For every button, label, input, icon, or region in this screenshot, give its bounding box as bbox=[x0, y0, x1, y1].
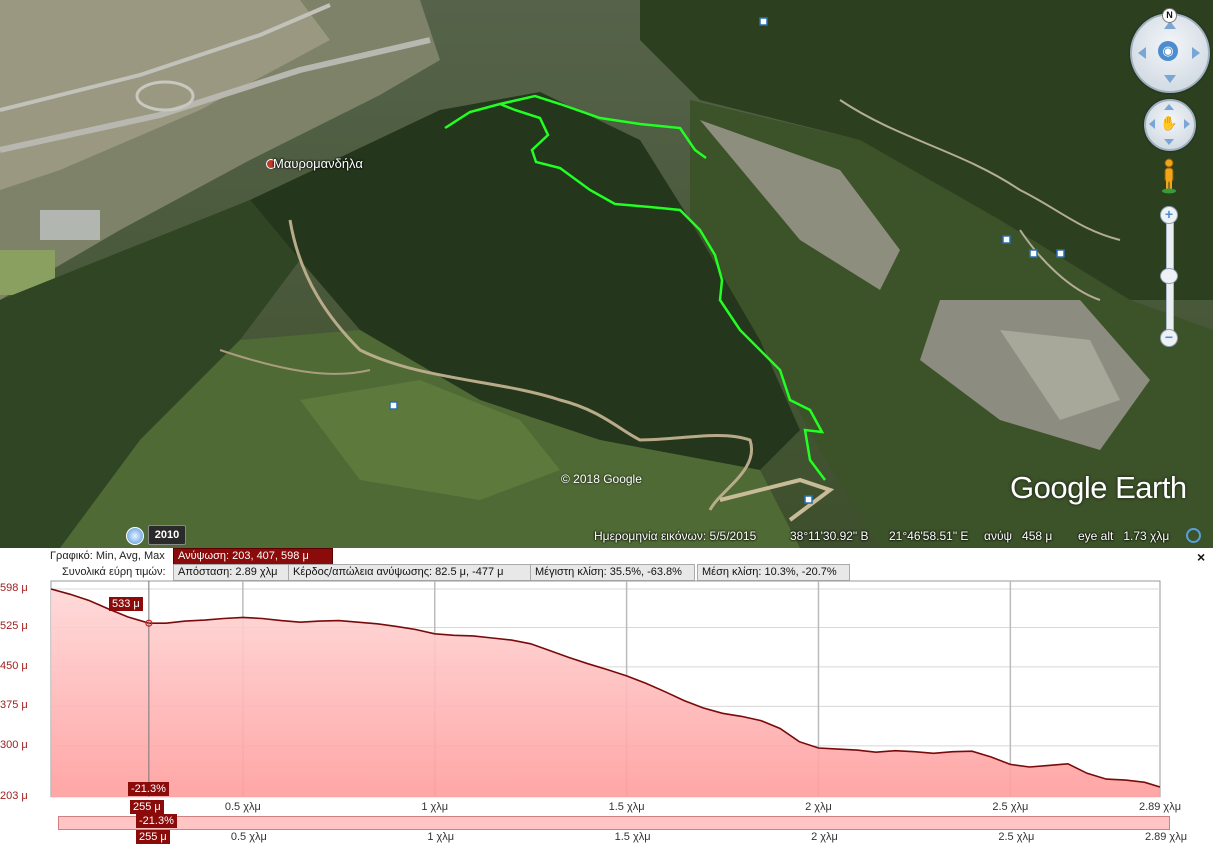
google-earth-logo: Google Earth bbox=[1010, 470, 1187, 505]
eye-alt-readout: eye alt 1.73 χλμ bbox=[1078, 529, 1170, 543]
totals-label: Συνολικά εύρη τιμών: bbox=[62, 566, 166, 578]
avg-slope-stat-box[interactable]: Μέση κλίση: 10.3%, -20.7% bbox=[697, 564, 850, 581]
imagery-date: Ημερομηνία εικόνων: 5/5/2015 bbox=[594, 529, 757, 543]
y-tick-label: 525 μ bbox=[0, 620, 28, 633]
close-profile-button[interactable]: × bbox=[1197, 549, 1205, 565]
y-tick-label: 375 μ bbox=[0, 699, 28, 712]
cursor-distance-tag: 255 μ bbox=[130, 800, 164, 814]
range-x-tick-label: 2.5 χλμ bbox=[998, 831, 1035, 843]
range-x-tick-label: 1 χλμ bbox=[427, 831, 455, 843]
range-slider[interactable] bbox=[58, 816, 1170, 830]
range-distance-tag: 255 μ bbox=[136, 830, 170, 844]
elevation-readout: ανύψ 458 μ bbox=[984, 529, 1053, 543]
cursor-elevation-tag: 533 μ bbox=[109, 597, 143, 611]
zoom-out-button[interactable]: − bbox=[1160, 329, 1178, 347]
longitude-readout: 21°46'58.51" Ε bbox=[889, 529, 969, 543]
x-tick-label: 2.5 χλμ bbox=[992, 801, 1029, 813]
north-indicator-icon[interactable]: N bbox=[1162, 8, 1177, 23]
y-tick-label: 598 μ bbox=[0, 582, 28, 594]
x-tick-label: 1.5 χλμ bbox=[608, 801, 645, 813]
zoom-in-button[interactable]: + bbox=[1160, 206, 1178, 224]
range-x-tick-label: 2 χλμ bbox=[811, 831, 838, 843]
street-view-pegman-icon[interactable] bbox=[1161, 158, 1177, 194]
satellite-terrain[interactable] bbox=[0, 0, 1213, 548]
y-tick-label: 300 μ bbox=[0, 738, 28, 751]
graph-label: Γραφικό: Min, Avg, Max bbox=[50, 550, 165, 562]
x-tick-label: 1 χλμ bbox=[421, 801, 449, 813]
hand-icon[interactable]: ✋ bbox=[1160, 114, 1178, 132]
distance-stat-box[interactable]: Απόσταση: 2.89 χλμ bbox=[173, 564, 289, 581]
y-tick-label: 450 μ bbox=[0, 659, 28, 672]
eye-icon[interactable]: ◉ bbox=[1158, 41, 1178, 61]
cursor-slope-tag: -21.3% bbox=[128, 782, 169, 796]
elevation-profile-panel bbox=[0, 548, 1213, 841]
x-tick-label: 2.89 χλμ bbox=[1138, 801, 1182, 813]
copyright-text: © 2018 Google bbox=[561, 472, 642, 486]
max-slope-stat-box[interactable]: Μέγιστη κλίση: 35.5%, -63.8% bbox=[530, 564, 695, 581]
range-slope-tag: -21.3% bbox=[136, 814, 177, 828]
gain-loss-stat-box[interactable]: Κέρδος/απώλεια ανύψωσης: 82.5 μ, -477 μ bbox=[288, 564, 531, 581]
range-x-tick-label: 0.5 χλμ bbox=[230, 831, 267, 843]
y-tick-label: 203 μ bbox=[0, 790, 28, 802]
range-x-tick-label: 1.5 χλμ bbox=[614, 831, 651, 843]
streaming-indicator-icon bbox=[1186, 528, 1201, 543]
range-x-tick-label: 2.89 χλμ bbox=[1144, 831, 1188, 843]
zoom-slider-thumb[interactable] bbox=[1160, 268, 1178, 284]
x-tick-label: 0.5 χλμ bbox=[224, 801, 261, 813]
x-tick-label: 2 χλμ bbox=[805, 801, 832, 813]
elevation-stat-box[interactable]: Ανύψωση: 203, 407, 598 μ bbox=[173, 548, 333, 565]
latitude-readout: 38°11'30.92" Β bbox=[790, 529, 869, 543]
status-bar: Ημερομηνία εικόνων: 5/5/2015 38°11'30.92… bbox=[0, 526, 1213, 548]
earth-map-view[interactable]: Μαυρομανδήλα © 2018 Google Google Earth … bbox=[0, 0, 1213, 548]
place-label[interactable]: Μαυρομανδήλα bbox=[273, 156, 363, 171]
